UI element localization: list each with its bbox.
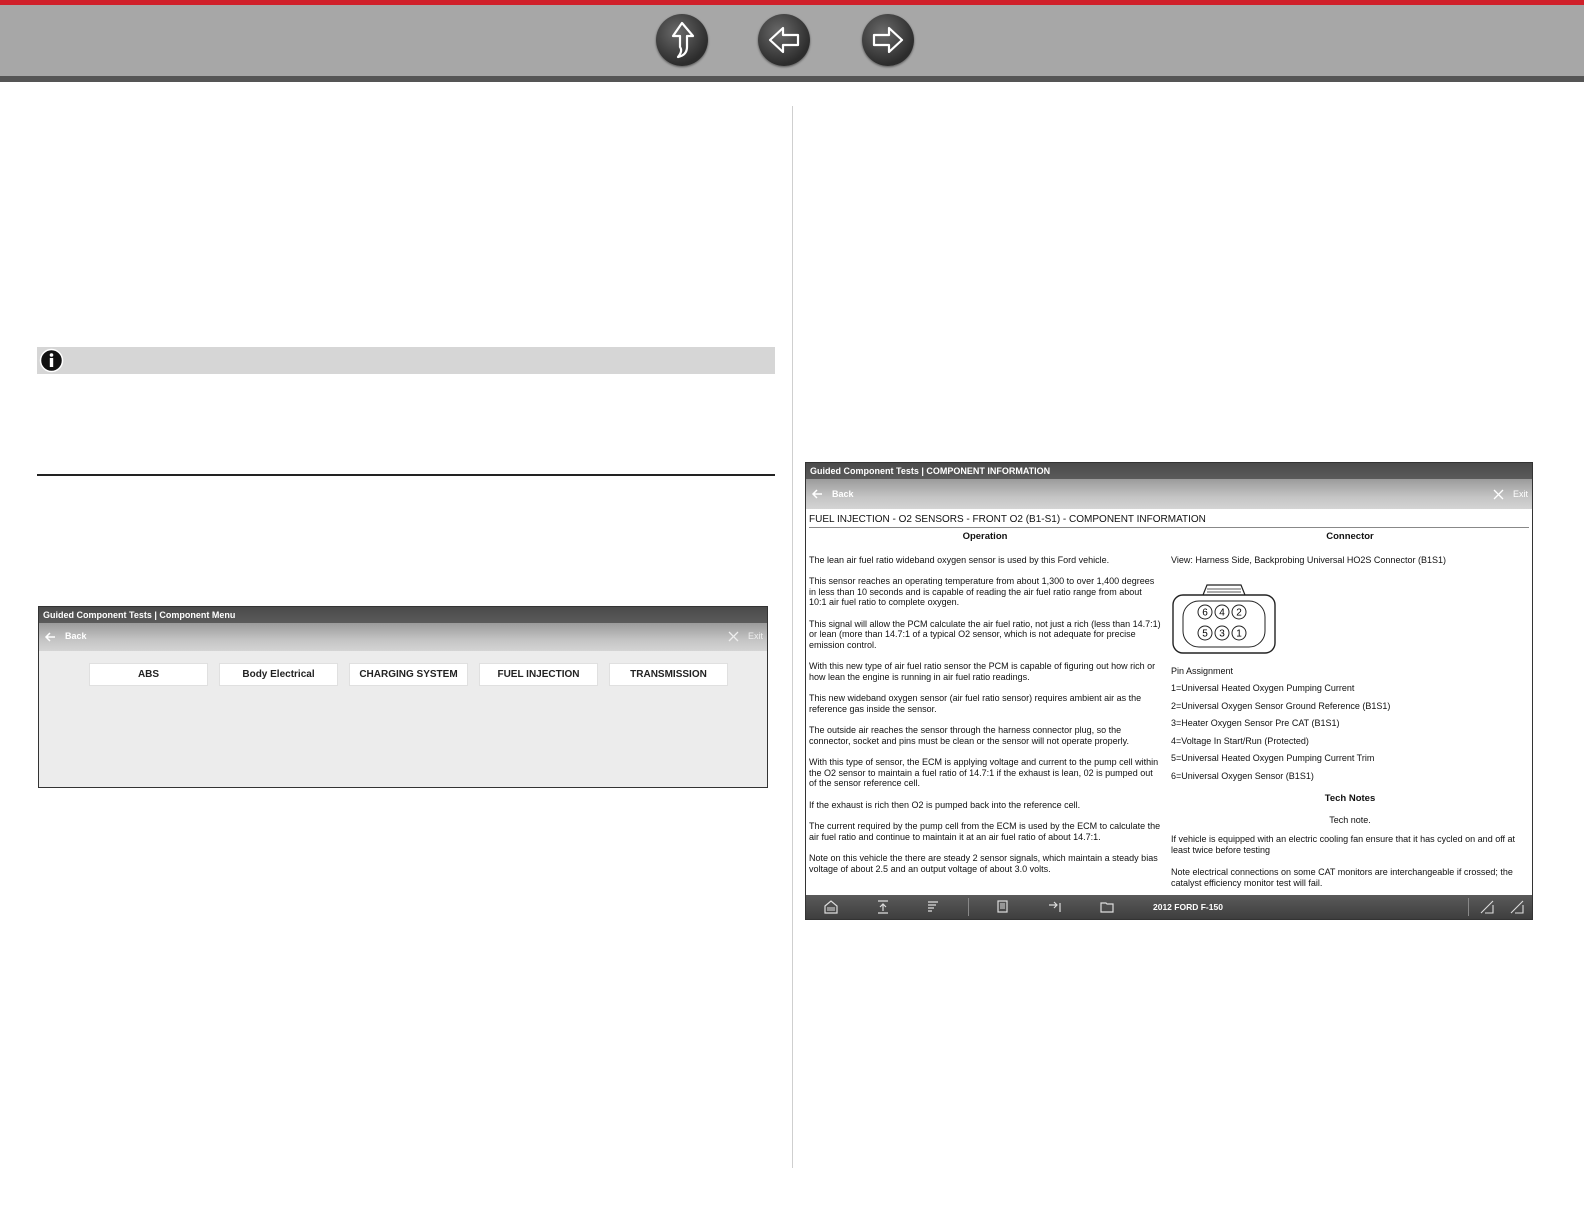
connector-column: Connector View: Harness Side, Backprobin…	[1171, 531, 1529, 894]
pin-assignment-label: Pin Assignment	[1171, 665, 1234, 676]
info-icon	[39, 348, 64, 373]
top-nav-bar	[0, 0, 1584, 82]
vehicle-label: 2012 FORD F-150	[1153, 902, 1223, 912]
pin-label: 5	[1202, 629, 1208, 640]
home-icon[interactable]	[824, 900, 838, 914]
menu-item-transmission[interactable]: TRANSMISSION	[609, 663, 728, 686]
component-heading: FUEL INJECTION - O2 SENSORS - FRONT O2 (…	[809, 514, 1206, 525]
menu-item-abs[interactable]: ABS	[89, 663, 208, 686]
operation-paragraph: Note on this vehicle the there are stead…	[809, 853, 1158, 874]
operation-header: Operation	[962, 531, 1008, 542]
component-info-screen: Guided Component Tests | COMPONENT INFOR…	[805, 462, 1533, 920]
signal-icon[interactable]	[1480, 900, 1494, 914]
operation-paragraph: This signal will allow the PCM calculate…	[809, 618, 1161, 650]
pin-assignment-item: 1=Universal Heated Oxygen Pumping Curren…	[1171, 683, 1355, 693]
pin-assignment-item: 6=Universal Oxygen Sensor (B1S1)	[1171, 770, 1314, 781]
connector-diagram: 6 4 2 5 3 1	[1172, 584, 1276, 654]
left-arrow-icon	[768, 26, 800, 54]
tech-notes-header: Tech Notes	[1324, 793, 1376, 804]
tech-note-text: If vehicle is equipped with an electric …	[1171, 834, 1516, 855]
transfer-icon[interactable]	[1048, 900, 1062, 914]
operation-paragraph: This new wideband oxygen sensor (air fue…	[809, 693, 1142, 714]
pin-assignment-item: 4=Voltage In Start/Run (Protected)	[1171, 735, 1309, 746]
toolbar-separator	[1468, 898, 1469, 916]
connector-header: Connector	[1326, 531, 1374, 542]
folder-icon[interactable]	[1100, 900, 1114, 914]
screen-title: Guided Component Tests | COMPONENT INFOR…	[806, 463, 1532, 479]
operation-paragraph: This sensor reaches an operating tempera…	[809, 576, 1155, 607]
column-divider	[792, 106, 793, 1168]
operation-paragraph: The lean air fuel ratio wideband oxygen …	[809, 554, 1110, 565]
accent-stripe	[0, 0, 1584, 5]
tech-note-text: Note electrical connections on some CAT …	[1171, 867, 1513, 888]
operation-column: Operation The lean air fuel ratio wideba…	[809, 531, 1161, 885]
screen-title: Guided Component Tests | Component Menu	[39, 607, 767, 623]
component-menu: ABS Body Electrical CHARGING SYSTEM FUEL…	[89, 663, 728, 686]
nav-back-button[interactable]	[758, 14, 810, 66]
menu-item-fuel-injection[interactable]: FUEL INJECTION	[479, 663, 598, 686]
operation-paragraph: If the exhaust is rich then O2 is pumped…	[809, 799, 1081, 810]
back-arrow-icon[interactable]	[44, 631, 56, 643]
toolbar-separator	[968, 898, 969, 916]
operation-paragraph: The current required by the pump cell fr…	[809, 821, 1161, 842]
pin-assignment-item: 2=Universal Oxygen Sensor Ground Referen…	[1171, 700, 1391, 711]
nav-bottom-stripe	[0, 76, 1584, 82]
back-button[interactable]: Back	[65, 631, 87, 641]
pin-assignment-item: 5=Universal Heated Oxygen Pumping Curren…	[1171, 753, 1375, 763]
pin-label: 4	[1219, 608, 1225, 619]
nav-forward-button[interactable]	[862, 14, 914, 66]
document-icon[interactable]	[996, 900, 1010, 914]
exit-button[interactable]: Exit	[748, 631, 763, 641]
operation-paragraph: With this new type of air fuel ratio sen…	[809, 661, 1156, 682]
operation-paragraph: With this type of sensor, the ECM is app…	[809, 757, 1159, 788]
menu-item-body-electrical[interactable]: Body Electrical	[219, 663, 338, 686]
component-menu-screen: Guided Component Tests | Component Menu …	[38, 606, 768, 788]
section-rule	[37, 474, 775, 476]
upload-icon[interactable]	[876, 900, 890, 914]
screen-toolbar: Back Exit	[806, 479, 1532, 509]
right-arrow-icon	[872, 26, 904, 54]
back-arrow-icon[interactable]	[811, 488, 823, 500]
close-icon[interactable]	[728, 631, 739, 642]
list-icon[interactable]	[926, 900, 940, 914]
menu-item-charging-system[interactable]: CHARGING SYSTEM	[349, 663, 468, 686]
exit-button[interactable]: Exit	[1513, 489, 1528, 499]
pin-assignment-item: 3=Heater Oxygen Sensor Pre CAT (B1S1)	[1171, 718, 1340, 728]
screen-toolbar: Back Exit	[39, 623, 767, 651]
pin-label: 3	[1219, 629, 1225, 640]
tech-note-label: Tech note.	[1329, 814, 1371, 825]
pin-label: 6	[1202, 608, 1208, 619]
close-icon[interactable]	[1493, 489, 1504, 500]
up-arrow-icon	[671, 21, 695, 59]
screen-bottom-toolbar: 2012 FORD F-150	[806, 895, 1532, 919]
back-button[interactable]: Back	[832, 489, 854, 499]
operation-paragraph: The outside air reaches the sensor throu…	[809, 725, 1130, 746]
pin-label: 2	[1236, 608, 1242, 619]
heading-divider	[809, 527, 1529, 528]
note-bar	[37, 347, 775, 374]
connection-icon[interactable]	[1510, 900, 1524, 914]
connector-view-text: View: Harness Side, Backprobing Universa…	[1171, 554, 1446, 565]
nav-up-button[interactable]	[656, 14, 708, 66]
pin-label: 1	[1236, 629, 1242, 640]
